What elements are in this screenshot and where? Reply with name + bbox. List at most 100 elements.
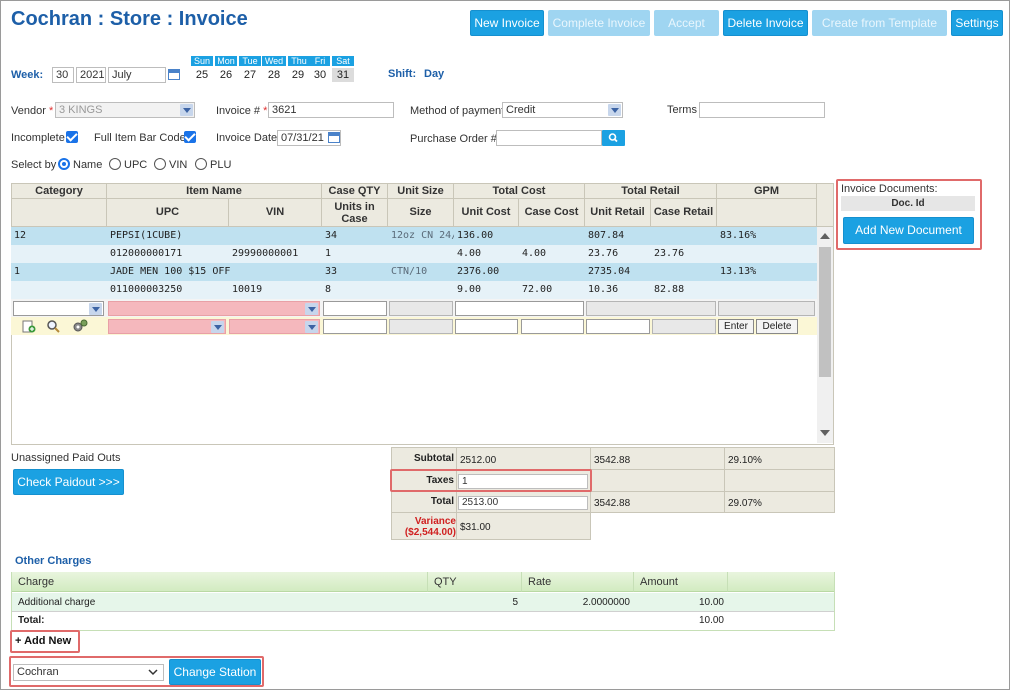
add-new-charge-link[interactable]: + Add New: [15, 635, 71, 647]
col-qty[interactable]: QTY: [428, 572, 522, 592]
day-thu[interactable]: 29: [287, 68, 309, 82]
divider: [456, 513, 457, 540]
enter-button[interactable]: Enter: [718, 319, 754, 334]
complete-invoice-button[interactable]: Complete Invoice: [548, 10, 650, 36]
col-unit-cost[interactable]: Unit Cost: [454, 199, 519, 227]
check-paidout-button[interactable]: Check Paidout >>>: [13, 469, 124, 495]
col-unit-size[interactable]: Unit Size: [388, 184, 454, 199]
col-unit-retail[interactable]: Unit Retail: [585, 199, 651, 227]
col-case-cost[interactable]: Case Cost: [519, 199, 585, 227]
shift-value[interactable]: Day: [424, 68, 444, 80]
col-item-name[interactable]: Item Name: [107, 184, 322, 199]
search-button[interactable]: [602, 130, 625, 146]
case-retail-input[interactable]: [652, 319, 716, 334]
col-vin[interactable]: VIN: [229, 199, 322, 227]
week-month-input[interactable]: July: [108, 67, 166, 83]
magnifier-icon[interactable]: [46, 319, 60, 333]
charge-amount: 10.00: [698, 597, 724, 608]
chevron-down-icon: [180, 104, 193, 116]
col-upc[interactable]: UPC: [107, 199, 229, 227]
settings-button[interactable]: Settings: [951, 10, 1003, 36]
select-by-name-radio[interactable]: [58, 158, 70, 170]
table-row[interactable]: 12 PEPSI(1CUBE) 34 12oz CN 24/1 136.00 8…: [11, 227, 817, 245]
delete-row-button[interactable]: Delete: [756, 319, 798, 334]
col-amount[interactable]: Amount: [634, 572, 728, 592]
category-select[interactable]: [13, 301, 104, 316]
day-wed[interactable]: 28: [263, 68, 285, 82]
day-fri[interactable]: 30: [309, 68, 331, 82]
create-from-template-button[interactable]: Create from Template: [812, 10, 947, 36]
vin-select[interactable]: [229, 319, 320, 334]
week-number-input[interactable]: 30: [52, 67, 74, 83]
cell-total-cost: 136.00: [457, 230, 494, 241]
subtotal-gpm: 29.10%: [728, 455, 762, 466]
col-total-cost[interactable]: Total Cost: [454, 184, 585, 199]
upc-select[interactable]: [108, 319, 226, 334]
col-gpm[interactable]: GPM: [717, 184, 817, 199]
total-cost-input[interactable]: [455, 301, 584, 316]
case-qty-input[interactable]: [323, 301, 387, 316]
add-item-icon[interactable]: [22, 320, 36, 333]
gpm-input[interactable]: [718, 301, 815, 316]
col-rate[interactable]: Rate: [522, 572, 634, 592]
search-icon: [608, 133, 618, 143]
units-in-case-input[interactable]: [323, 319, 387, 334]
cell-unit-size: CTN/10: [391, 266, 428, 277]
table-row[interactable]: 011000003250 10019 8 9.00 72.00 10.36 82…: [11, 281, 817, 299]
unit-retail-input[interactable]: [586, 319, 650, 334]
select-by-upc-radio[interactable]: [109, 158, 121, 170]
unit-size-input[interactable]: [389, 301, 453, 316]
page-title: Cochran : Store : Invoice: [11, 8, 248, 30]
gear-icon[interactable]: [72, 319, 88, 333]
incomplete-checkbox[interactable]: [66, 131, 78, 143]
table-row[interactable]: 1 JADE MEN 100 $15 OFF 33 CTN/10 2376.00…: [11, 263, 817, 281]
delete-invoice-button[interactable]: Delete Invoice: [723, 10, 808, 36]
total-retail-input[interactable]: [586, 301, 716, 316]
week-label: Week:: [11, 69, 44, 81]
new-invoice-button[interactable]: New Invoice: [470, 10, 544, 36]
invoice-number-input[interactable]: 3621: [268, 102, 394, 118]
col-case-retail[interactable]: Case Retail: [651, 199, 717, 227]
scroll-down-icon[interactable]: [820, 430, 830, 436]
col-total-retail[interactable]: Total Retail: [585, 184, 717, 199]
station-select[interactable]: Cochran: [13, 664, 164, 681]
payment-method-select[interactable]: Credit: [502, 102, 623, 118]
week-year-input[interactable]: 2021: [76, 67, 106, 83]
cell-vin: 10019: [232, 284, 263, 295]
add-new-document-button[interactable]: Add New Document: [843, 217, 974, 244]
case-cost-input[interactable]: [521, 319, 584, 334]
select-by-vin-label: VIN: [169, 159, 188, 171]
change-station-button[interactable]: Change Station: [169, 659, 261, 685]
unit-cost-input[interactable]: [455, 319, 518, 334]
col-units-in-case[interactable]: Units in Case: [322, 199, 388, 227]
item-name-select[interactable]: [108, 301, 320, 316]
size-input[interactable]: [389, 319, 453, 334]
day-tue[interactable]: 27: [239, 68, 261, 82]
purchase-order-label: Purchase Order #: [410, 133, 497, 145]
full-barcode-checkbox[interactable]: [184, 131, 196, 143]
day-sun[interactable]: 25: [191, 68, 213, 82]
calendar-icon[interactable]: [168, 69, 180, 80]
vendor-select[interactable]: 3 KINGS: [55, 102, 195, 118]
col-charge[interactable]: Charge: [12, 572, 428, 592]
charges-total-amount: 10.00: [698, 615, 724, 626]
day-sat-selected[interactable]: 31: [332, 68, 354, 82]
calendar-icon[interactable]: [328, 132, 340, 143]
scrollbar-thumb[interactable]: [819, 247, 831, 377]
cell-unit-cost: 4.00: [457, 248, 482, 259]
scroll-up-icon[interactable]: [820, 233, 830, 239]
chevron-down-icon: [305, 321, 318, 333]
col-gpm-blank: [717, 199, 817, 227]
other-charges-title: Other Charges: [15, 555, 92, 567]
total-cost-field[interactable]: 2513.00: [458, 496, 588, 510]
table-row[interactable]: 012000000171 29990000001 1 4.00 4.00 23.…: [11, 245, 817, 263]
col-case-qty[interactable]: Case QTY: [322, 184, 388, 199]
purchase-order-input[interactable]: [496, 130, 602, 146]
select-by-plu-radio[interactable]: [195, 158, 207, 170]
terms-input[interactable]: [699, 102, 825, 118]
day-mon[interactable]: 26: [215, 68, 237, 82]
select-by-vin-radio[interactable]: [154, 158, 166, 170]
col-size[interactable]: Size: [388, 199, 454, 227]
col-category[interactable]: Category: [12, 184, 107, 199]
accept-button[interactable]: Accept: [654, 10, 719, 36]
